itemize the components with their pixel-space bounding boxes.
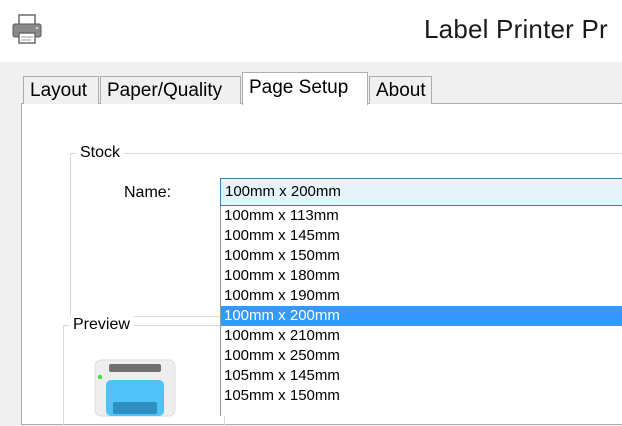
dropdown-option[interactable]: 100mm x 210mm <box>221 326 622 346</box>
dropdown-option[interactable]: 100mm x 180mm <box>221 266 622 286</box>
stock-name-value: 100mm x 200mm <box>225 183 341 200</box>
title-bar: Label Printer Pr <box>0 0 622 62</box>
window-title: Label Printer Pr <box>424 14 608 44</box>
dropdown-option[interactable]: 105mm x 150mm <box>221 386 622 406</box>
stock-group-title: Stock <box>76 144 125 162</box>
printer-icon <box>12 14 42 44</box>
tab-layout[interactable]: Layout <box>23 76 99 104</box>
dropdown-option[interactable]: 100mm x 150mm <box>221 246 622 266</box>
tab-page-setup-label: Page Setup <box>249 77 349 98</box>
stock-name-label: Name: <box>124 184 172 201</box>
dropdown-option[interactable]: 100mm x 190mm <box>221 286 622 306</box>
stock-dropdown-list: 100mm x 113mm 100mm x 145mm 100mm x 150m… <box>220 206 622 416</box>
tab-about[interactable]: About <box>369 76 432 104</box>
tab-paper-quality-label: Paper/Quality <box>107 80 223 101</box>
printer-preview-icon <box>94 359 176 417</box>
tab-about-label: About <box>376 80 426 101</box>
dropdown-option-selected[interactable]: 100mm x 200mm <box>221 306 622 326</box>
dropdown-option[interactable]: 100mm x 145mm <box>221 226 622 246</box>
dropdown-option[interactable]: 100mm x 113mm <box>221 206 622 226</box>
preview-group-title: Preview <box>69 316 134 334</box>
dropdown-option[interactable]: 105mm x 145mm <box>221 366 622 386</box>
stock-name-combobox[interactable]: 100mm x 200mm <box>220 178 622 206</box>
tab-paper-quality[interactable]: Paper/Quality <box>100 76 241 104</box>
dropdown-option[interactable]: 100mm x 250mm <box>221 346 622 366</box>
tab-layout-label: Layout <box>30 80 88 101</box>
tab-page-setup[interactable]: Page Setup <box>242 72 368 105</box>
